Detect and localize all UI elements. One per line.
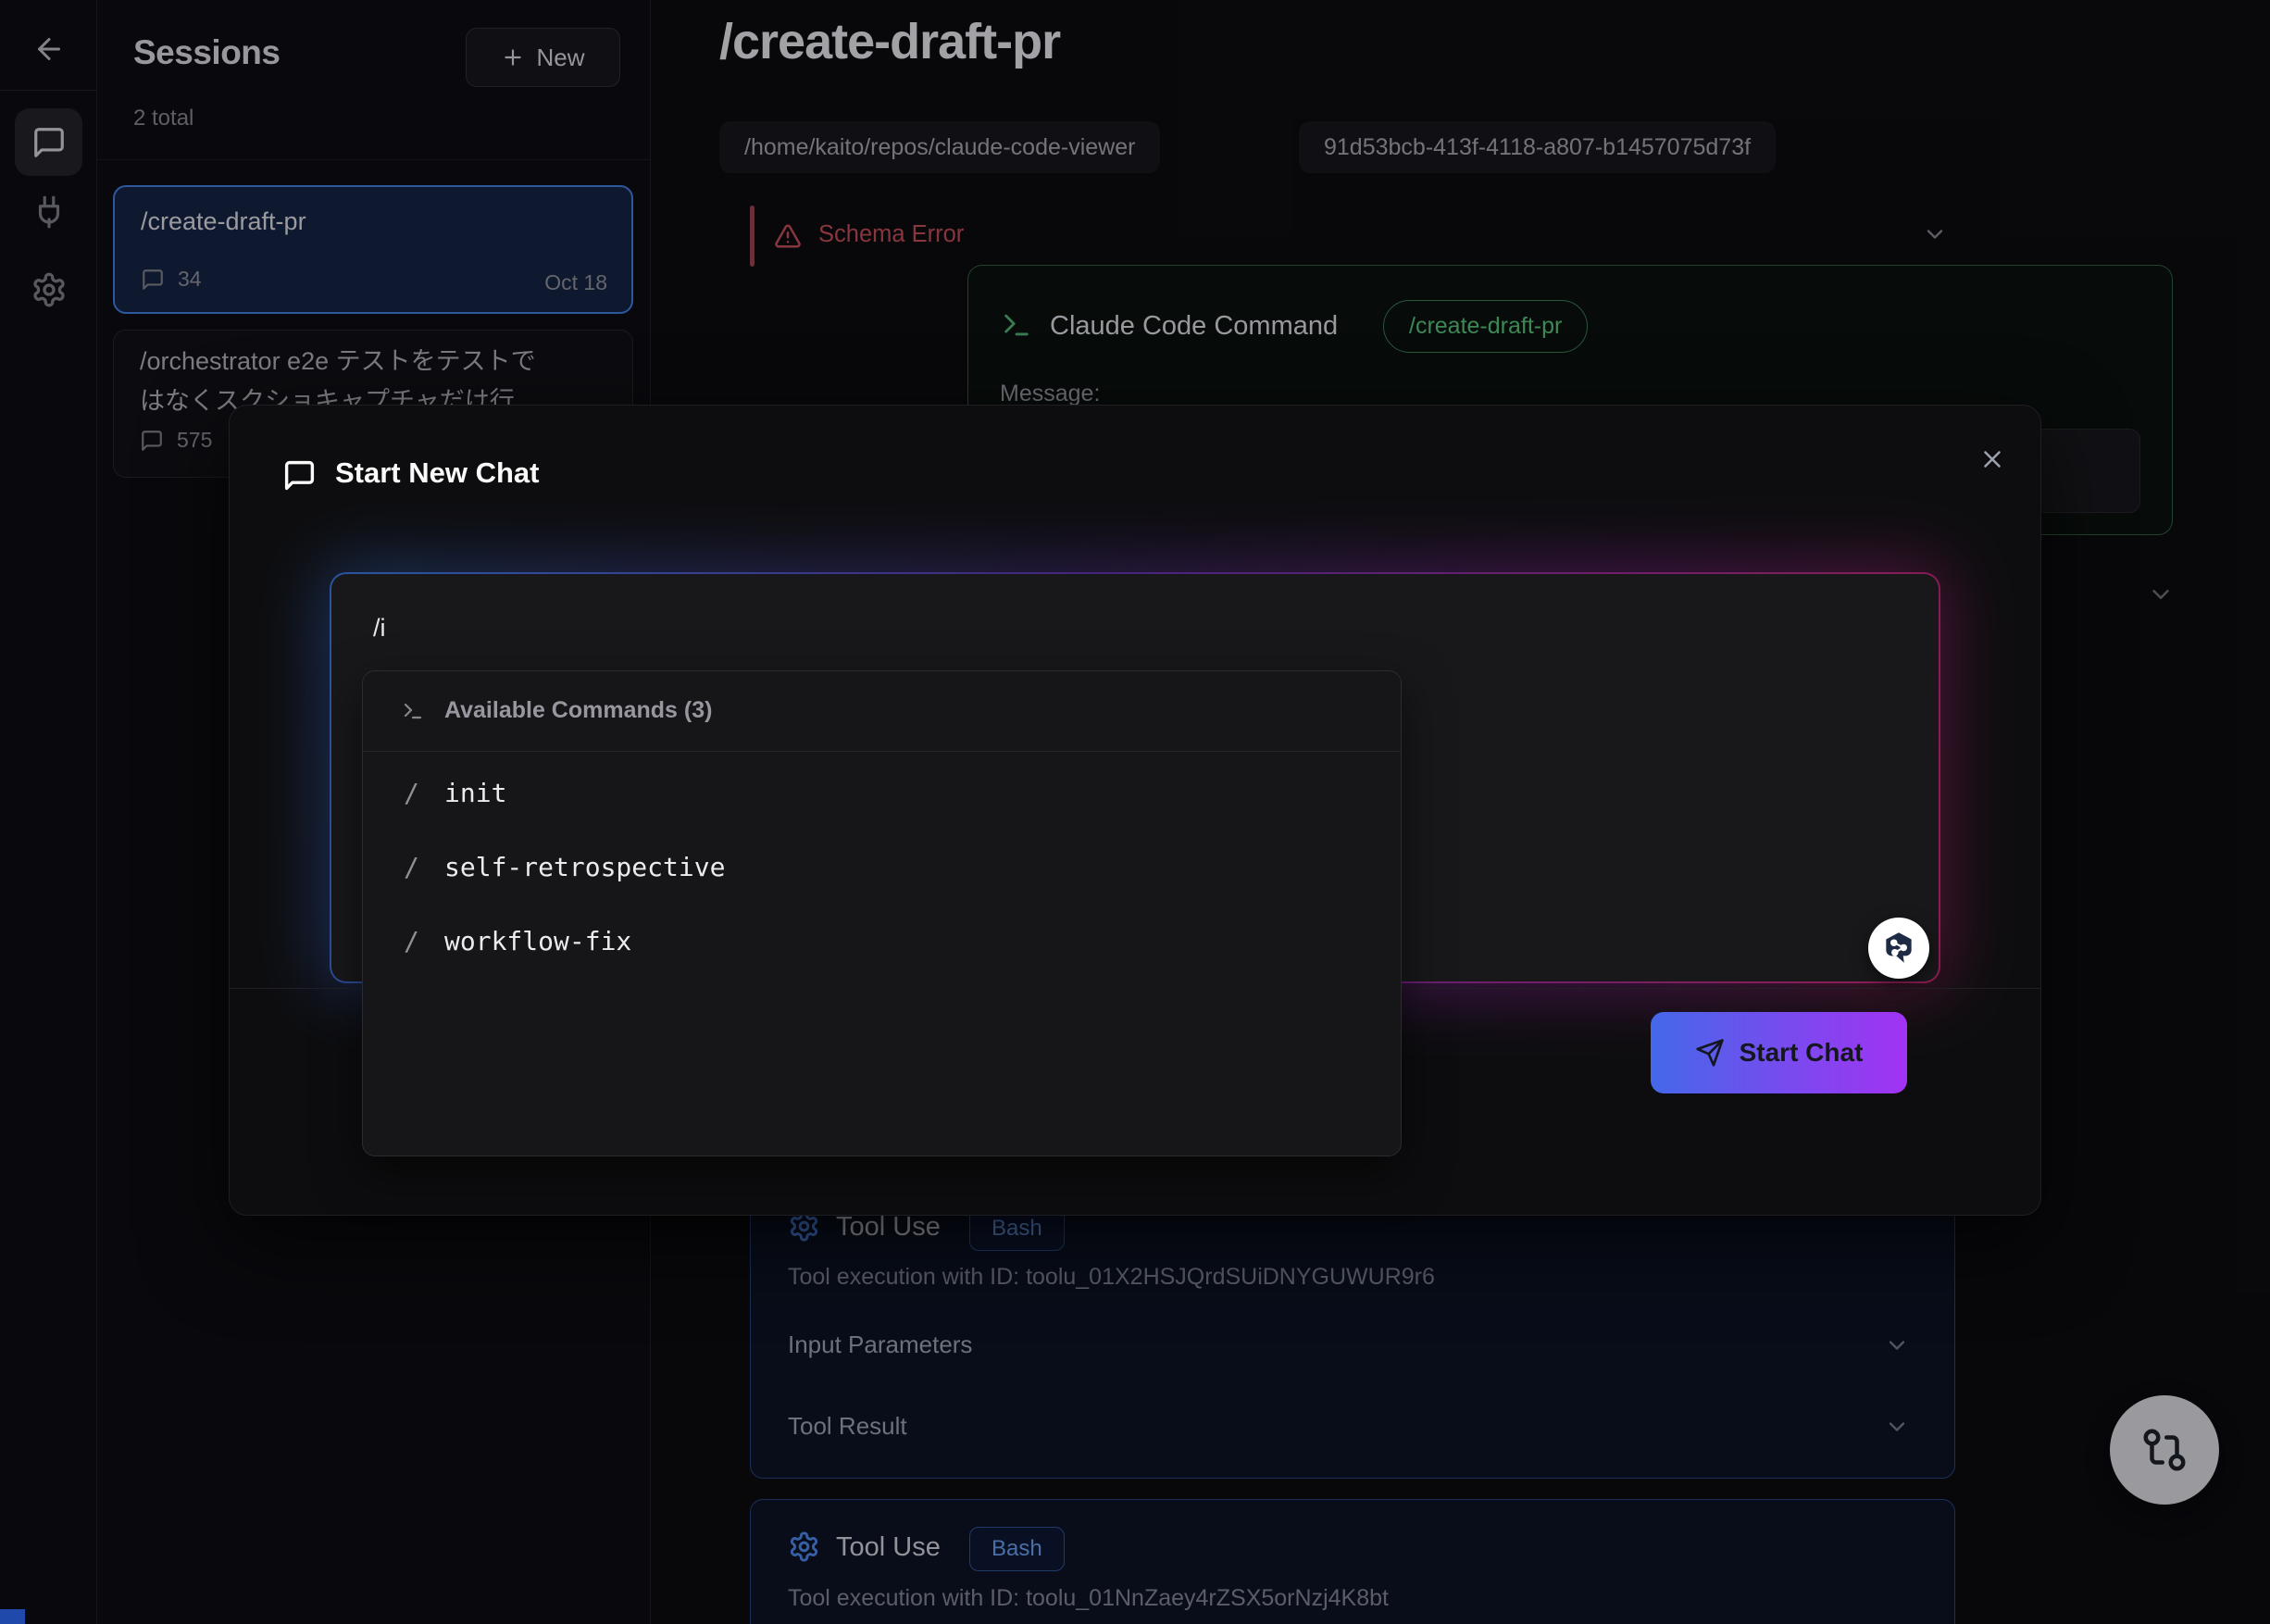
commands-header: Available Commands (3) [363,671,1401,751]
command-prefix: / [404,778,419,808]
chat-share-logo-icon [1879,929,1918,968]
command-item-workflow-fix[interactable]: / workflow-fix [363,906,1401,980]
chat-bubble-icon [282,458,317,493]
command-item-init[interactable]: / init [363,757,1401,831]
commands-header-label: Available Commands (3) [444,697,712,724]
chat-input-value: /i [373,614,386,643]
command-name: init [444,778,506,808]
start-chat-button[interactable]: Start Chat [1651,1012,1907,1093]
command-name: workflow-fix [444,926,631,956]
available-commands-dropdown: Available Commands (3) / init / self-ret… [362,670,1402,1156]
dropdown-divider [363,751,1401,752]
app-root: Sessions New 2 total /create-draft-pr 34… [0,0,2270,1624]
close-button[interactable] [1968,435,2016,483]
command-item-self-retrospective[interactable]: / self-retrospective [363,831,1401,906]
start-new-chat-modal: Start New Chat /i [229,405,2041,1216]
start-chat-label: Start Chat [1740,1038,1864,1068]
command-prefix: / [404,926,419,956]
command-prefix: / [404,852,419,882]
claude-sdk-logo-button[interactable] [1868,918,1929,979]
close-icon [1978,445,2006,473]
terminal-icon [402,700,424,722]
send-icon [1695,1038,1725,1068]
command-name: self-retrospective [444,852,725,882]
modal-title: Start New Chat [335,456,539,490]
